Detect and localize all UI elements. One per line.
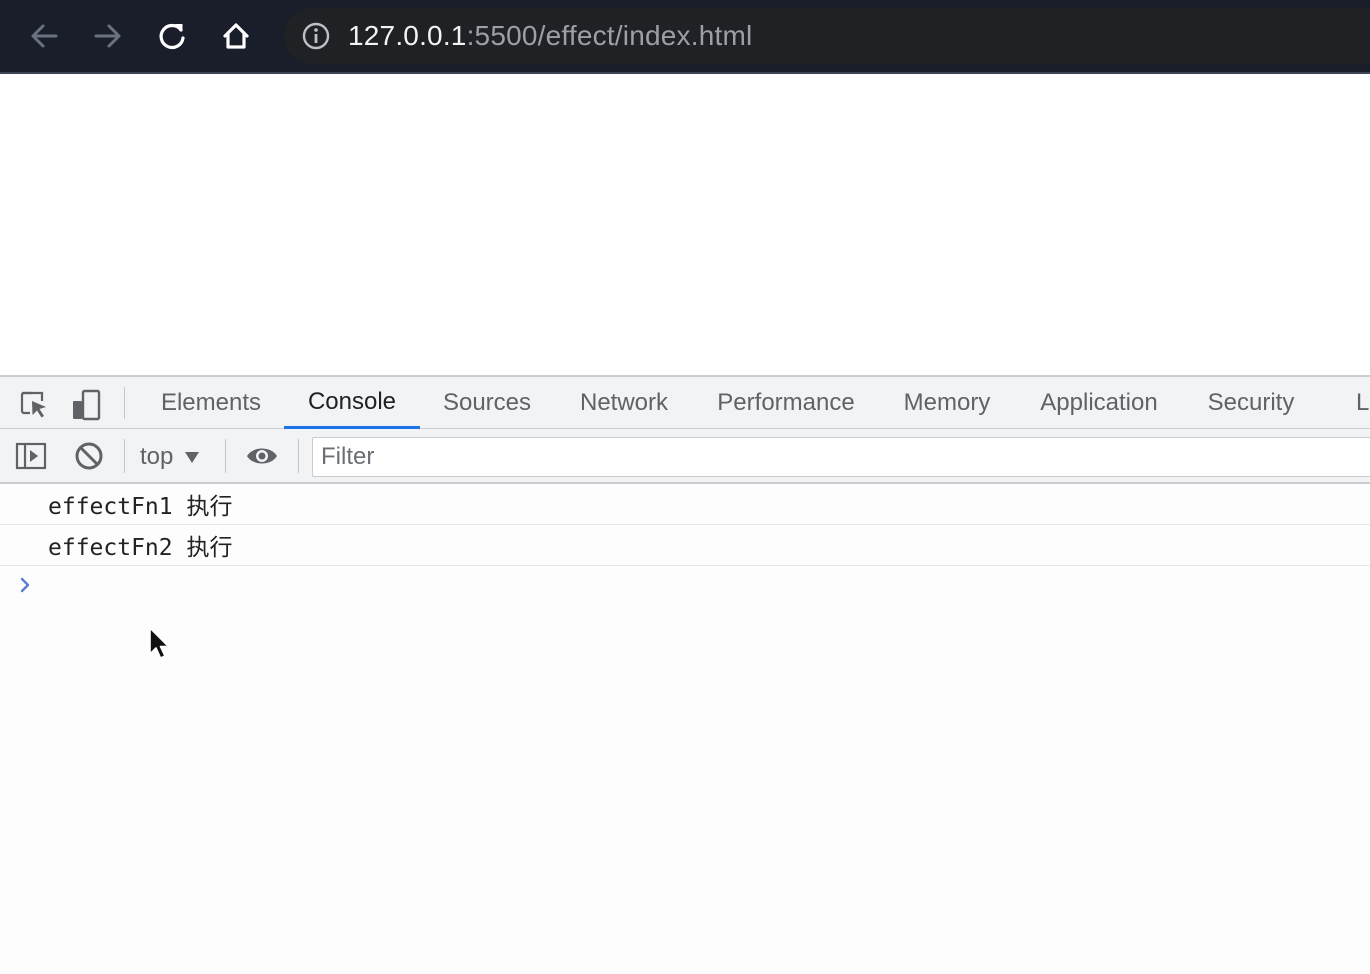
tab-network[interactable]: Network	[560, 377, 688, 429]
console-messages: effectFn1 执行 effectFn2 执行	[0, 484, 1370, 974]
back-arrow-icon	[31, 24, 58, 48]
tab-elements[interactable]: Elements	[142, 377, 280, 429]
console-log-line: effectFn1 执行	[0, 484, 1370, 525]
home-icon	[223, 23, 249, 49]
tab-memory[interactable]: Memory	[884, 377, 1010, 429]
inspect-element-button[interactable]	[14, 385, 54, 425]
address-bar[interactable]: 127.0.0.1:5500/effect/index.html	[284, 8, 1370, 64]
prompt-chevron-icon	[20, 577, 30, 593]
url-host: 127.0.0.1	[348, 20, 467, 51]
url-path: :5500/effect/index.html	[466, 20, 753, 51]
show-sidebar-button[interactable]	[12, 437, 50, 475]
tab-application[interactable]: Application	[1022, 377, 1176, 429]
toolbar-divider	[298, 439, 299, 473]
info-icon[interactable]	[302, 22, 330, 50]
page-viewport	[0, 74, 1370, 375]
mouse-cursor-icon	[148, 626, 172, 667]
eye-icon	[247, 448, 277, 464]
reload-icon	[159, 23, 185, 50]
filter-input[interactable]	[313, 442, 1370, 472]
context-label: top	[140, 443, 174, 470]
forward-arrow-icon	[94, 24, 121, 48]
toolbar-divider	[225, 439, 226, 473]
console-prompt[interactable]	[16, 574, 34, 596]
dropdown-caret-icon	[185, 451, 200, 463]
console-log-line: effectFn2 执行	[0, 525, 1370, 566]
console-message-text: effectFn1 执行	[48, 494, 233, 520]
reload-button[interactable]	[150, 14, 194, 58]
devtools-panel: Elements Console Sources Network Perform…	[0, 375, 1370, 974]
console-toolbar: top	[0, 429, 1370, 484]
tab-overflow[interactable]: L	[1356, 377, 1370, 429]
back-button[interactable]	[22, 14, 66, 58]
sidebar-toggle-icon	[15, 442, 47, 470]
tab-performance[interactable]: Performance	[700, 377, 872, 429]
toolbar-divider	[124, 439, 125, 473]
toolbar-divider	[124, 387, 125, 419]
url-text[interactable]: 127.0.0.1:5500/effect/index.html	[348, 20, 752, 52]
inspect-element-icon	[20, 391, 46, 418]
device-mode-icon	[73, 389, 101, 421]
console-message-text: effectFn2 执行	[48, 535, 233, 561]
tab-security[interactable]: Security	[1190, 377, 1312, 429]
home-button[interactable]	[214, 14, 258, 58]
clear-console-icon	[75, 442, 103, 470]
context-selector[interactable]: top	[140, 437, 200, 477]
tab-console[interactable]: Console	[284, 377, 420, 429]
clear-console-button[interactable]	[70, 437, 108, 475]
device-toolbar-button[interactable]	[66, 385, 106, 425]
filter-field[interactable]	[312, 437, 1370, 477]
forward-button[interactable]	[86, 14, 130, 58]
devtools-tab-bar: Elements Console Sources Network Perform…	[0, 375, 1370, 429]
browser-toolbar: 127.0.0.1:5500/effect/index.html	[0, 0, 1370, 74]
live-expression-button[interactable]	[242, 437, 282, 475]
tab-sources[interactable]: Sources	[424, 377, 550, 429]
